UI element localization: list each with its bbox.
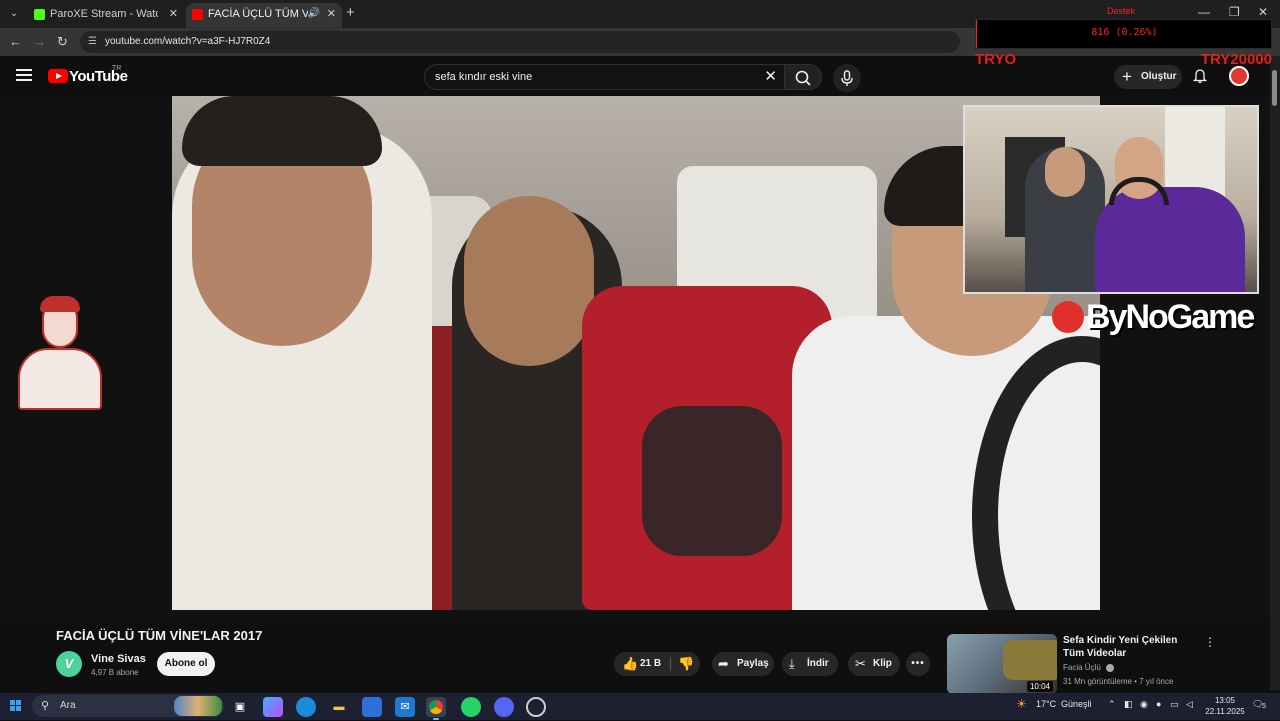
- weather-temp[interactable]: 17°C: [1036, 699, 1056, 709]
- weather-icon: ☀: [1016, 697, 1027, 711]
- like-dislike-group: 👍 21 B 👎: [614, 652, 700, 676]
- menu-icon[interactable]: [16, 69, 32, 81]
- video-duration: 10:04: [1026, 681, 1053, 692]
- chrome-icon[interactable]: [426, 697, 446, 720]
- recommended-thumbnail[interactable]: 10:04: [947, 634, 1057, 694]
- audio-playing-icon[interactable]: 🔊: [308, 3, 320, 25]
- clip-label: Klip: [873, 658, 892, 669]
- taskbar-search-input[interactable]: ⚲ Ara: [32, 695, 224, 717]
- site-info-icon[interactable]: ☰: [88, 31, 97, 53]
- taskbar-search-placeholder: Ara: [60, 700, 76, 711]
- donation-value: 816 (0.26%): [1091, 27, 1158, 38]
- volume-icon[interactable]: ◁: [1186, 699, 1193, 710]
- like-count[interactable]: 21 B: [640, 652, 661, 676]
- tab-close-icon[interactable]: ✕: [169, 3, 178, 25]
- file-explorer-icon[interactable]: ▬: [329, 697, 349, 717]
- download-button[interactable]: ⤓ İndir: [782, 652, 838, 676]
- verified-icon: [1106, 663, 1115, 672]
- scissors-icon: ✂: [855, 656, 866, 671]
- task-view-icon[interactable]: ▣: [230, 697, 250, 717]
- dislike-icon[interactable]: 👎: [678, 652, 694, 676]
- clear-search-icon[interactable]: ✕: [764, 65, 777, 89]
- microphone-tray-icon[interactable]: ●: [1156, 699, 1161, 709]
- channel-avatar[interactable]: V: [56, 651, 82, 677]
- search-icon: ⚲: [41, 700, 50, 712]
- weather-desc[interactable]: Güneşli: [1061, 699, 1092, 709]
- windows-start-icon[interactable]: [10, 700, 22, 712]
- kick-favicon-icon: [34, 9, 45, 20]
- voice-search-button[interactable]: [833, 64, 861, 92]
- youtube-play-icon: [48, 69, 68, 83]
- clip-button[interactable]: ✂ Klip: [848, 652, 900, 676]
- forward-icon[interactable]: →: [33, 34, 46, 49]
- tab-search-icon[interactable]: ⌄: [6, 6, 22, 22]
- webcam-overlay: [963, 105, 1259, 294]
- recommended-meta: 31 Mn görüntüleme • 7 yıl önce: [1063, 677, 1174, 686]
- clock-time: 13:05: [1214, 696, 1236, 705]
- video-frame[interactable]: [172, 96, 1100, 610]
- car-seat-pattern: [642, 406, 782, 556]
- scrollbar-thumb[interactable]: [1272, 70, 1277, 106]
- channel-name[interactable]: Vine Sivas: [91, 653, 146, 665]
- network-icon[interactable]: ▭: [1170, 699, 1179, 710]
- windows-taskbar: ⚲ Ara ▣ ▬ ✉ ☀ 17°C Güneşli ⌃ ◧ ◉ ● ▭ ◁ 1…: [0, 693, 1280, 720]
- share-label: Paylaş: [737, 658, 769, 669]
- like-icon[interactable]: 👍: [622, 652, 638, 676]
- bynogame-logo-icon: [1052, 301, 1084, 333]
- recommended-channel[interactable]: Facia Üçlü: [1063, 663, 1115, 672]
- clock-date: 22.11.2025: [1205, 707, 1245, 716]
- tab-close-icon[interactable]: ✕: [327, 3, 336, 25]
- more-actions-button[interactable]: •••: [906, 652, 930, 676]
- donation-goal-label: TRY20000: [1200, 51, 1272, 68]
- search-icon: [795, 70, 811, 86]
- tab-title: ParoXE Stream - Watch Live on: [50, 8, 158, 20]
- search-value: sefa kındır eski vine: [435, 71, 533, 83]
- whatsapp-icon[interactable]: [461, 697, 481, 717]
- recommended-title[interactable]: Sefa Kindir Yeni Çekilen Tüm Videolar: [1063, 634, 1197, 660]
- donation-start-label: TRYO: [975, 51, 1017, 68]
- page-scrollbar[interactable]: [1270, 56, 1280, 690]
- donation-label: Destek: [1107, 6, 1136, 16]
- new-tab-button[interactable]: +: [346, 4, 355, 21]
- share-button[interactable]: ➦ Paylaş: [712, 652, 774, 676]
- tray-overflow-icon[interactable]: ⌃: [1108, 699, 1116, 710]
- search-highlight-image: [174, 696, 222, 716]
- person-middle-head: [464, 196, 594, 366]
- tray-app-icon[interactable]: ◧: [1124, 699, 1133, 710]
- video-title: FACİA ÜÇLÜ TÜM VİNE'LAR 2017: [56, 628, 263, 643]
- tray-app-icon[interactable]: ◉: [1140, 699, 1148, 710]
- subscribe-button[interactable]: Abone ol: [157, 652, 215, 676]
- donation-progress-bar: 816 (0.26%): [975, 19, 1272, 49]
- system-clock[interactable]: 13:05 22.11.2025: [1203, 695, 1247, 717]
- youtube-favicon-icon: [192, 9, 203, 20]
- mail-icon[interactable]: ✉: [395, 697, 415, 717]
- sponsor-text: ByNoGame: [1086, 298, 1255, 336]
- tab-title: FACİA ÜÇLÜ TÜM VİNE'LAR: [208, 8, 308, 20]
- tab-parox-stream[interactable]: ParoXE Stream - Watch Live on ✕: [28, 3, 184, 28]
- share-icon: ➦: [718, 656, 729, 671]
- download-label: İndir: [807, 658, 829, 669]
- url-field[interactable]: ☰ youtube.com/watch?v=a3F-HJ7R0Z4: [80, 31, 960, 53]
- microphone-icon: [841, 70, 853, 86]
- edge-icon[interactable]: [296, 697, 316, 717]
- subscriber-count: 4,97 B abone: [91, 668, 139, 677]
- person-left-hair: [182, 96, 382, 166]
- notification-count: 5: [1262, 703, 1266, 710]
- obs-icon[interactable]: [526, 697, 546, 717]
- url-text: youtube.com/watch?v=a3F-HJ7R0Z4: [105, 36, 271, 47]
- tab-youtube-video[interactable]: FACİA ÜÇLÜ TÜM VİNE'LAR 🔊 ✕: [186, 3, 342, 28]
- download-icon: ⤓: [789, 656, 795, 671]
- recommended-channel-name: Facia Üçlü: [1063, 663, 1101, 672]
- discord-icon[interactable]: [494, 697, 514, 717]
- store-icon[interactable]: [362, 697, 382, 717]
- search-button[interactable]: [784, 64, 822, 90]
- back-icon[interactable]: ←: [9, 34, 22, 49]
- search-input[interactable]: sefa kındır eski vine ✕: [424, 64, 786, 90]
- reload-icon[interactable]: ↻: [57, 34, 68, 50]
- region-code: TR: [112, 65, 122, 72]
- recommended-menu-icon[interactable]: ⋮: [1204, 635, 1216, 649]
- donation-goal-widget: Destek 816 (0.26%) TRYO TRY20000: [975, 5, 1272, 73]
- copilot-icon[interactable]: [263, 697, 283, 717]
- streamer-avatar-illustration: [14, 296, 106, 410]
